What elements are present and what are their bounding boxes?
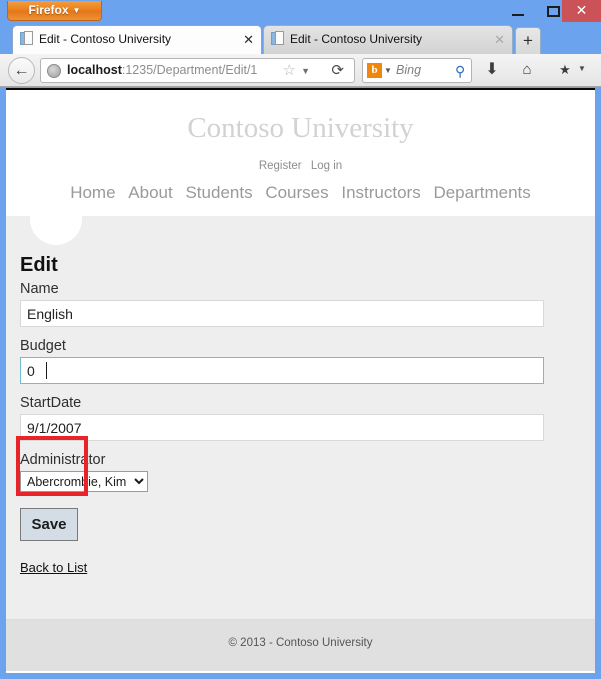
nav-item-home[interactable]: Home xyxy=(70,183,115,202)
administrator-field-label: Administrator xyxy=(20,452,106,468)
close-icon: ✕ xyxy=(575,2,588,18)
chevron-down-icon[interactable]: ▼ xyxy=(578,64,586,73)
plus-icon: + xyxy=(523,31,533,50)
chevron-down-icon[interactable]: ▼ xyxy=(384,64,392,78)
search-input-placeholder: Bing xyxy=(396,63,422,77)
bing-logo-icon: b xyxy=(367,63,382,78)
new-tab-button[interactable]: + xyxy=(515,27,541,54)
register-link[interactable]: Register xyxy=(259,160,302,172)
account-nav: Register Log in xyxy=(6,160,595,172)
chevron-down-icon: ▼ xyxy=(72,6,81,15)
page-favicon-icon xyxy=(271,31,285,46)
window-close-button[interactable]: ✕ xyxy=(562,0,601,22)
chevron-down-icon[interactable]: ▼ xyxy=(301,64,310,78)
home-icon[interactable]: ⌂ xyxy=(517,60,537,80)
name-input[interactable] xyxy=(20,300,544,327)
browser-tab-1[interactable]: Edit - Contoso University ✕ xyxy=(12,25,262,54)
address-bar-host: localhost xyxy=(67,63,122,77)
page-viewport: Contoso University Register Log in Home … xyxy=(6,88,595,673)
address-bar[interactable]: localhost:1235/Department/Edit/1 ☆ ▼ ⟳ xyxy=(40,58,355,83)
address-bar-url: localhost:1235/Department/Edit/1 xyxy=(67,59,257,82)
nav-item-departments[interactable]: Departments xyxy=(433,183,530,202)
browser-window: Firefox ▼ ✕ Edit - Contoso University ✕ E… xyxy=(0,0,601,679)
bookmark-star-icon[interactable]: ☆ xyxy=(283,62,296,80)
minimize-icon xyxy=(512,14,524,16)
browser-tab-1-close-icon[interactable]: ✕ xyxy=(243,26,254,53)
browser-tab-2-close-icon[interactable]: ✕ xyxy=(494,26,505,53)
search-bar[interactable]: b ▼ Bing ⚲ xyxy=(362,58,472,83)
page-body: Edit Name Budget StartDate Administrator… xyxy=(6,215,595,671)
address-bar-path: :1235/Department/Edit/1 xyxy=(121,63,258,77)
site-brand-title: Contoso University xyxy=(187,112,414,144)
site-header: Contoso University Register Log in Home … xyxy=(6,88,595,216)
budget-field-label: Budget xyxy=(20,338,66,354)
back-button[interactable]: ← xyxy=(8,57,35,84)
window-minimize-button[interactable] xyxy=(499,0,537,22)
reload-icon[interactable]: ⟳ xyxy=(331,61,344,81)
nav-item-about[interactable]: About xyxy=(128,183,172,202)
downloads-icon[interactable]: ⬇ xyxy=(482,60,502,80)
main-nav: Home About Students Courses Instructors … xyxy=(6,183,595,203)
search-icon[interactable]: ⚲ xyxy=(455,61,465,81)
browser-tab-1-title: Edit - Contoso University xyxy=(39,32,172,46)
navigation-toolbar: ← localhost:1235/Department/Edit/1 ☆ ▼ ⟳… xyxy=(0,54,601,87)
site-footer: © 2013 - Contoso University xyxy=(6,619,595,671)
maximize-icon xyxy=(547,6,560,17)
save-button[interactable]: Save xyxy=(20,508,78,541)
budget-input[interactable] xyxy=(20,357,544,384)
page-title: Edit xyxy=(20,254,58,276)
browser-tab-2[interactable]: Edit - Contoso University ✕ xyxy=(263,25,513,54)
tab-strip: Edit - Contoso University ✕ Edit - Conto… xyxy=(0,22,601,54)
page-favicon-icon xyxy=(20,31,34,46)
nav-item-instructors[interactable]: Instructors xyxy=(341,183,420,202)
bookmarks-icon[interactable]: ★ xyxy=(555,60,575,80)
nav-item-courses[interactable]: Courses xyxy=(265,183,328,202)
administrator-select[interactable]: Abercrombie, Kim xyxy=(20,471,148,492)
arrow-left-icon: ← xyxy=(13,62,30,79)
decorative-notch xyxy=(30,215,82,245)
browser-tab-2-title: Edit - Contoso University xyxy=(290,32,423,46)
firefox-menu-label: Firefox xyxy=(28,3,69,17)
text-cursor-icon xyxy=(46,362,47,379)
name-field-label: Name xyxy=(20,281,59,297)
startdate-field-label: StartDate xyxy=(20,395,82,411)
budget-input-wrapper xyxy=(20,357,580,384)
startdate-input[interactable] xyxy=(20,414,544,441)
globe-icon xyxy=(47,64,61,78)
login-link[interactable]: Log in xyxy=(311,160,342,172)
back-to-list-link[interactable]: Back to List xyxy=(20,560,87,575)
footer-copyright: © 2013 - Contoso University xyxy=(228,637,373,649)
nav-item-students[interactable]: Students xyxy=(185,183,252,202)
edit-department-form: Edit Name Budget StartDate Administrator… xyxy=(20,254,580,577)
firefox-menu-button[interactable]: Firefox ▼ xyxy=(7,1,102,21)
window-titlebar: Firefox ▼ ✕ xyxy=(0,0,601,22)
